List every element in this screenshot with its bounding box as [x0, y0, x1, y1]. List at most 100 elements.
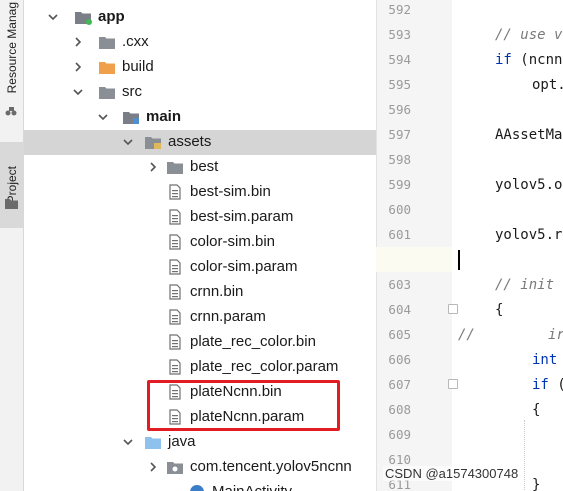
tree-item-best-sim-param[interactable]: best-sim.param — [24, 205, 376, 230]
package-icon — [167, 462, 183, 474]
text-caret — [458, 250, 460, 270]
line-number: 593 — [388, 27, 411, 42]
code-text: (ncnn — [511, 52, 563, 68]
tree-item-label: best — [190, 158, 219, 175]
tree-item-plate-rec-color-bin[interactable]: plate_rec_color.bin — [24, 330, 376, 355]
line-number: 601 — [388, 227, 411, 242]
line-number: 600 — [388, 202, 411, 217]
tree-item-com-tencent-yolov5ncnn[interactable]: com.tencent.yolov5ncnn — [24, 455, 376, 480]
chevron-right-icon[interactable] — [146, 160, 160, 174]
chevron-down-icon[interactable] — [96, 110, 110, 124]
line-number: 592 — [388, 2, 411, 17]
tree-item-app[interactable]: app — [24, 5, 376, 30]
chevron-down-icon[interactable] — [121, 135, 135, 149]
tree-item-best[interactable]: best — [24, 155, 376, 180]
assets-folder-icon — [145, 137, 161, 149]
tool-window-strip: Resource Manag Project — [0, 0, 24, 491]
tree-item-crnn-param[interactable]: crnn.param — [24, 305, 376, 330]
file-icon — [169, 234, 181, 250]
code-line: int — [532, 352, 558, 368]
tree-item-label: crnn.param — [190, 308, 266, 325]
tree-item-cxx[interactable]: .cxx — [24, 30, 376, 55]
file-icon — [169, 284, 181, 300]
highlight-annotation-box — [147, 380, 340, 431]
code-line: } — [532, 477, 541, 491]
tree-item-main[interactable]: main — [24, 105, 376, 130]
code-line: opt. — [532, 77, 563, 93]
code-line: // init — [495, 277, 555, 293]
fold-marker-icon[interactable] — [448, 304, 458, 314]
code-editor[interactable]: // use v if (ncnn opt. AAssetMa yolov5.o yolo… — [452, 0, 563, 491]
line-number: 596 — [388, 102, 411, 117]
line-number: 608 — [388, 402, 411, 417]
chevron-right-icon[interactable] — [71, 35, 85, 49]
tree-item-label: src — [122, 83, 142, 100]
tree-item-build[interactable]: build — [24, 55, 376, 80]
tree-item-label: .cxx — [122, 33, 149, 50]
file-icon — [169, 209, 181, 225]
line-number: 606 — [388, 352, 411, 367]
tree-item-best-sim-bin[interactable]: best-sim.bin — [24, 180, 376, 205]
file-icon — [169, 359, 181, 375]
file-icon — [169, 334, 181, 350]
code-line: AAssetMa — [495, 127, 563, 143]
tree-item-mainactivity[interactable]: MainActivity — [24, 480, 376, 491]
line-number: 594 — [388, 52, 411, 67]
tree-item-label: crnn.bin — [190, 283, 244, 300]
code-keyword: if — [532, 377, 549, 393]
tree-item-color-sim-param[interactable]: color-sim.param — [24, 255, 376, 280]
java-folder-icon — [145, 437, 161, 449]
class-icon — [190, 485, 204, 491]
resource-manager-tab-label: Resource Manag — [4, 2, 19, 94]
tree-item-label: MainActivity — [212, 483, 292, 491]
tree-item-crnn-bin[interactable]: crnn.bin — [24, 280, 376, 305]
code-line: // use v — [495, 27, 563, 43]
code-line: yolov5.o — [495, 177, 563, 193]
resource-manager-tab[interactable]: Resource Manag — [0, 0, 23, 96]
source-folder-icon — [123, 112, 139, 124]
tree-item-label: app — [98, 8, 125, 25]
line-number: 605 — [388, 327, 411, 342]
tree-item-label: plate_rec_color.param — [190, 358, 339, 375]
tree-item-label: plate_rec_color.bin — [190, 333, 316, 350]
code-line: if (ncnn — [495, 52, 562, 68]
indent-guide — [524, 420, 525, 490]
folder-icon — [167, 162, 183, 174]
module-folder-icon — [75, 12, 92, 25]
tree-item-java[interactable]: java — [24, 430, 376, 455]
fold-marker-icon[interactable] — [448, 379, 458, 389]
chevron-right-icon[interactable] — [71, 60, 85, 74]
tree-item-label: color-sim.param — [190, 258, 298, 275]
line-number: 599 — [388, 177, 411, 192]
code-line: { — [495, 302, 504, 318]
chevron-right-icon[interactable] — [146, 460, 160, 474]
editor-gutter: 5925935945955965975985996006016026036046… — [376, 0, 452, 491]
folder-icon — [99, 87, 115, 99]
line-number: 607 — [388, 377, 411, 392]
tree-item-color-sim-bin[interactable]: color-sim.bin — [24, 230, 376, 255]
code-comment-marker: // — [458, 327, 475, 343]
watermark: CSDN @a1574300748 — [383, 466, 521, 481]
project-tab[interactable]: Project — [0, 142, 23, 228]
file-icon — [169, 309, 181, 325]
tree-item-label: color-sim.bin — [190, 233, 276, 250]
code-line: if ( — [532, 377, 563, 393]
tree-item-label: best-sim.bin — [190, 183, 271, 200]
file-icon — [169, 259, 181, 275]
chevron-down-icon[interactable] — [46, 10, 60, 24]
tree-item-label: build — [122, 58, 154, 75]
tree-item-label: assets — [168, 133, 212, 150]
code-text: ( — [549, 377, 563, 393]
line-number: 595 — [388, 77, 411, 92]
tree-item-label: java — [168, 433, 196, 450]
resource-manager-icon — [5, 107, 17, 116]
tree-item-src[interactable]: src — [24, 80, 376, 105]
chevron-down-icon[interactable] — [71, 85, 85, 99]
tree-item-plate-rec-color-param[interactable]: plate_rec_color.param — [24, 355, 376, 380]
code-line: ir — [548, 327, 563, 343]
line-number: 597 — [388, 127, 411, 142]
chevron-down-icon[interactable] — [121, 435, 135, 449]
code-keyword: if — [495, 52, 512, 68]
line-number: 610 — [388, 452, 411, 467]
tree-item-assets[interactable]: assets — [24, 130, 376, 155]
